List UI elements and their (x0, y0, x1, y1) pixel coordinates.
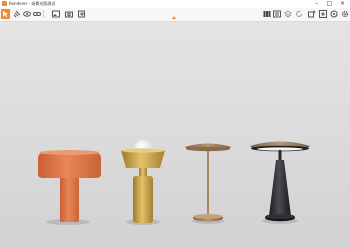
render-viewport[interactable] (0, 22, 350, 248)
render-queue-icon[interactable] (272, 9, 281, 19)
scene (38, 140, 310, 225)
gear-icon[interactable] (340, 9, 349, 19)
settings-icon[interactable] (329, 9, 338, 19)
export-icon[interactable] (318, 9, 327, 19)
rotate-icon[interactable] (294, 9, 303, 19)
bronze-disc-lamp (185, 143, 231, 222)
image-icon[interactable] (51, 9, 60, 19)
chain-icon[interactable] (32, 9, 41, 19)
view-pivot-marker (172, 16, 176, 19)
select-icon[interactable] (1, 9, 10, 19)
orange-mushroom-lamp (38, 150, 101, 222)
add-layer-icon[interactable] (307, 9, 316, 19)
maximize-icon[interactable]: □ (324, 0, 335, 7)
toolbar (0, 8, 350, 22)
close-icon[interactable]: × (337, 0, 348, 7)
black-cone-lamp (250, 141, 310, 222)
link-icon[interactable] (12, 9, 21, 19)
layers-icon[interactable] (283, 9, 292, 19)
render-icon[interactable] (77, 9, 86, 19)
camera-icon[interactable] (64, 9, 73, 19)
library-icon[interactable] (262, 9, 271, 19)
minimize-icon[interactable]: – (311, 0, 322, 7)
window-title: Renderer - 场景光照测试 (9, 1, 56, 6)
brass-globe-lamp (121, 140, 165, 223)
app-logo-icon (2, 1, 7, 6)
view-icon[interactable] (22, 9, 31, 19)
